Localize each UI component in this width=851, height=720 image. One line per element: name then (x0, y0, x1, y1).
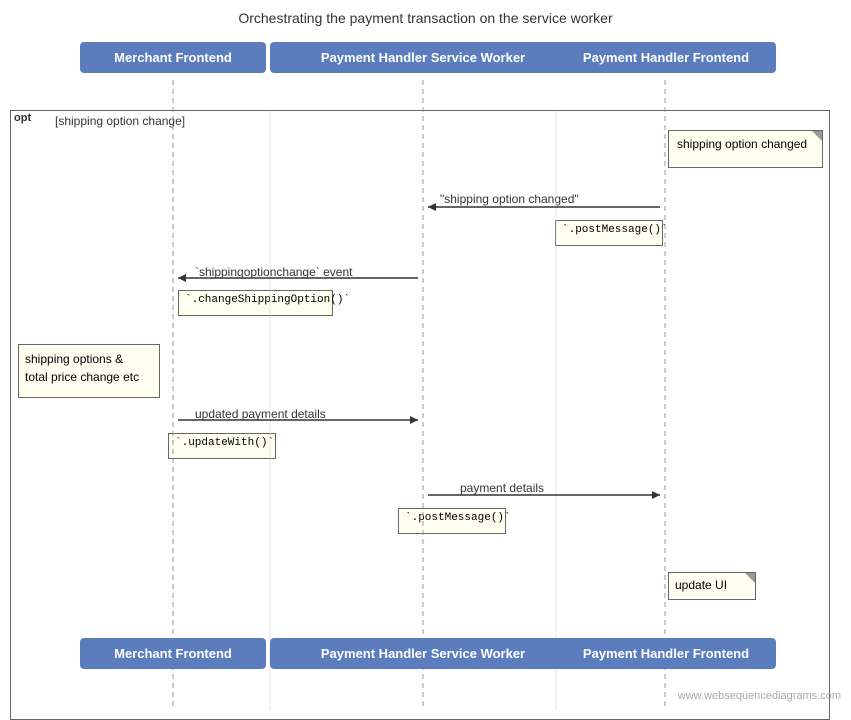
label-shippingoptionchange-event: `shippingoptionchange` event (195, 265, 352, 279)
note-shipping-option-changed: shipping option changed (668, 130, 823, 168)
note-update-ui: update UI (668, 572, 756, 600)
actor-merchant-bottom: Merchant Frontend (80, 638, 266, 669)
method-changeshipping: `.changeShippingOption()` (178, 290, 333, 316)
method-updatewith: `.updateWith()` (168, 433, 276, 459)
method-postmessage2: `.postMessage()` (398, 508, 506, 534)
label-updated-payment-details: updated payment details (195, 407, 326, 421)
watermark: www.websequencediagrams.com (678, 690, 841, 702)
actor-serviceworker-top: Payment Handler Service Worker (270, 42, 576, 73)
label-shipping-option-changed-msg: "shipping option changed" (440, 192, 579, 206)
diagram: Orchestrating the payment transaction on… (0, 0, 851, 710)
opt-label: opt (12, 112, 33, 124)
method-postmessage1: `.postMessage()` (555, 220, 663, 246)
actor-phfrontend-top: Payment Handler Frontend (556, 42, 776, 73)
opt-frame (10, 110, 830, 720)
note-shipping-options: shipping options &total price change etc (18, 344, 160, 398)
actor-merchant-top: Merchant Frontend (80, 42, 266, 73)
page-title: Orchestrating the payment transaction on… (0, 0, 851, 34)
opt-condition: [shipping option change] (55, 114, 185, 128)
label-payment-details: payment details (460, 481, 544, 495)
actor-serviceworker-bottom: Payment Handler Service Worker (270, 638, 576, 669)
actor-phfrontend-bottom: Payment Handler Frontend (556, 638, 776, 669)
